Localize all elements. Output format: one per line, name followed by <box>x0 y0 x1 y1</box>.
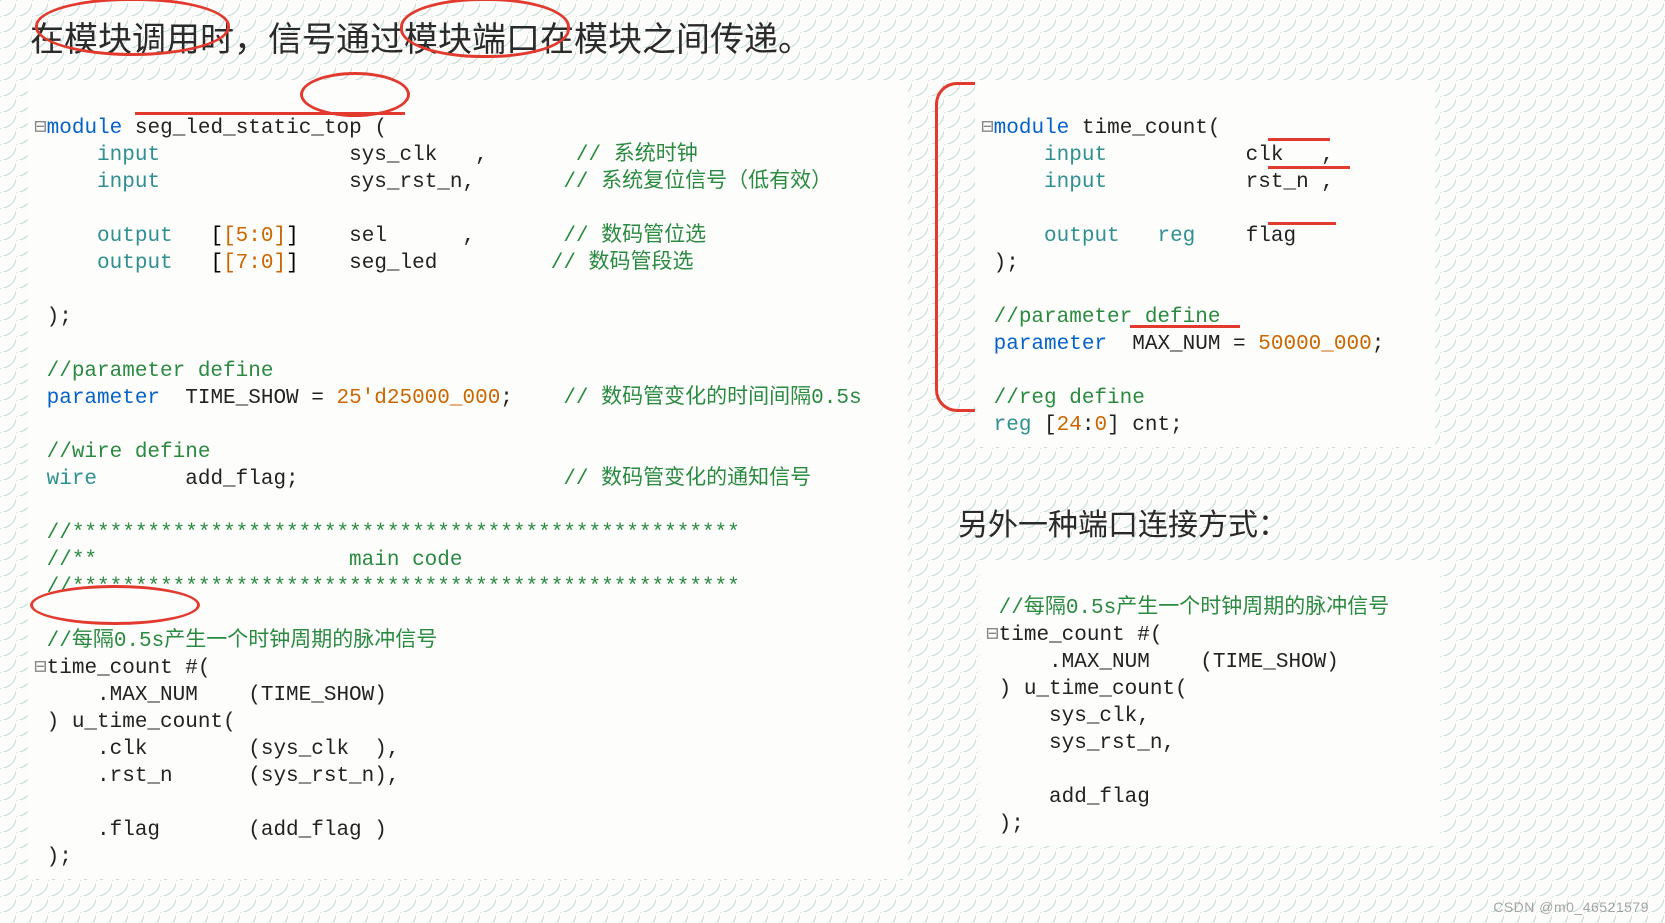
annotation-underline-rstn <box>1268 166 1350 169</box>
annotation-circle-instance <box>30 585 200 625</box>
annotation-underline-module <box>135 112 405 115</box>
watermark: CSDN @m0_46521579 <box>1493 899 1649 915</box>
code-block-right-bottom: //每隔0.5s产生一个时钟周期的脉冲信号 ⊟time_count #( .MA… <box>980 560 1440 846</box>
annotation-underline-clk <box>1268 138 1330 141</box>
code-block-right-top: ⊟module time_count( input clk , input rs… <box>975 80 1435 447</box>
annotation-circle-top-name <box>300 72 410 117</box>
annotation-underline-flag <box>1268 222 1336 225</box>
annotation-circle-title1 <box>35 0 230 56</box>
annotation-underline-maxnum <box>1130 325 1240 328</box>
code-block-left: ⊟module seg_led_static_top ( input sys_c… <box>28 80 908 879</box>
alt-caption: 另外一种端口连接方式： <box>958 500 1288 544</box>
annotation-circle-title2 <box>400 0 570 58</box>
annotation-bracket <box>935 82 975 412</box>
kw-module: module <box>47 117 123 140</box>
